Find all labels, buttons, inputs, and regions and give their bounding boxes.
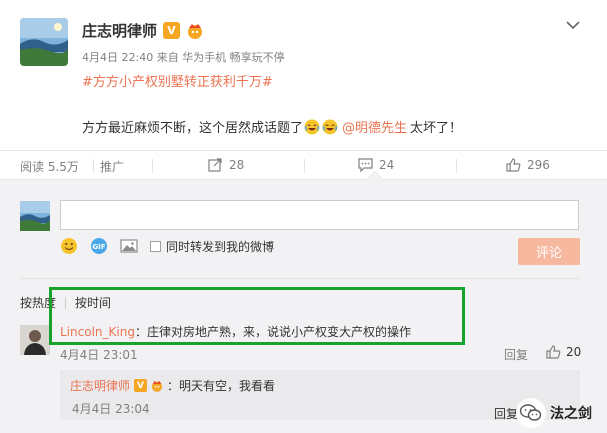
- action-bar: 阅读 5.5万 推广 28 24 296: [0, 150, 607, 180]
- divider: [20, 278, 580, 279]
- like-button[interactable]: 296: [506, 158, 550, 172]
- highlight-box: [49, 287, 465, 345]
- gif-icon[interactable]: GIF: [90, 237, 108, 255]
- svg-text:GIF: GIF: [92, 243, 105, 251]
- comment-button[interactable]: 24: [358, 158, 394, 172]
- mention-link[interactable]: @明德先生: [342, 117, 407, 136]
- sub-reply-body: ：明天有空，我看看: [167, 379, 276, 393]
- comment-input[interactable]: [60, 200, 579, 230]
- author-name[interactable]: 庄志明律师: [82, 20, 157, 41]
- laugh-cry-emoji-icon: [322, 119, 338, 134]
- forward-icon: [208, 158, 222, 172]
- member-crown-icon: [188, 23, 203, 39]
- read-count-label: 阅读 5.5万: [20, 160, 79, 174]
- watermark-name: 法之剑: [550, 406, 593, 422]
- post-content: 方方最近麻烦不断，这个居然成话题了 @明德先生 太坏了！: [82, 117, 462, 136]
- commenter-avatar[interactable]: [20, 325, 50, 355]
- thumbs-up-icon: [546, 345, 561, 359]
- watermark-prefix: 回复: [494, 406, 519, 421]
- sub-reply-text: 庄志明律师 V ：明天有空，我看看: [70, 377, 275, 394]
- watermark: 回复 法之剑: [494, 398, 592, 428]
- comment-count: 24: [379, 158, 395, 172]
- topic-link[interactable]: #方方小产权别墅转正获利千万#: [82, 71, 273, 90]
- comment-like-count: 20: [566, 345, 582, 359]
- chevron-down-icon[interactable]: [566, 20, 580, 30]
- comment-icon: [358, 158, 373, 172]
- forward-count: 28: [229, 158, 245, 172]
- divider: [456, 159, 457, 173]
- weibo-post: 庄志明律师 V 4月4日 22:40 来自 华为手机 畅享玩不停 #方方小产权别…: [0, 0, 607, 150]
- forward-button[interactable]: 28: [208, 158, 244, 172]
- divider: [304, 159, 305, 173]
- reply-button[interactable]: 回复: [504, 346, 528, 363]
- submit-comment-button[interactable]: 评论: [518, 238, 580, 265]
- post-meta: 4月4日 22:40 来自 华为手机 畅享玩不停: [82, 51, 285, 64]
- post-text-tail: 太坏了！: [410, 121, 463, 136]
- laugh-cry-emoji-icon: [304, 119, 320, 134]
- author-line: 庄志明律师 V: [82, 20, 206, 41]
- sub-reply-author[interactable]: 庄志明律师: [70, 377, 130, 394]
- comment-time: 4月4日 23:01: [60, 348, 138, 362]
- thumbs-up-icon: [506, 158, 521, 172]
- read-count: 阅读 5.5万: [20, 158, 79, 175]
- divider: [152, 159, 153, 173]
- member-crown-icon: [151, 380, 163, 392]
- composer-tools: GIF 同时转发到我的微博: [60, 237, 274, 255]
- verified-v-icon: V: [134, 379, 148, 392]
- forward-checkbox[interactable]: [150, 240, 161, 252]
- verified-v-icon: V: [163, 22, 181, 39]
- divider: [93, 159, 94, 173]
- like-count: 296: [527, 158, 550, 172]
- image-icon[interactable]: [120, 237, 138, 255]
- emoji-icon[interactable]: [60, 237, 78, 255]
- my-avatar[interactable]: [20, 201, 50, 231]
- sub-reply-time: 4月4日 23:04: [72, 402, 150, 416]
- comment-area: GIF 同时转发到我的微博 评论 按热度 按时间 Lincoln_King：庄律…: [0, 180, 607, 433]
- post-text: 方方最近麻烦不断，这个居然成话题了: [82, 121, 304, 136]
- forward-checkbox-label: 同时转发到我的微博: [166, 239, 275, 254]
- wechat-logo-icon: [516, 398, 547, 428]
- promote-label: 推广: [100, 160, 125, 174]
- author-avatar[interactable]: [20, 18, 68, 66]
- comment-pointer: [366, 171, 384, 180]
- comment-like-button[interactable]: 20: [546, 345, 581, 359]
- promote-button[interactable]: 推广: [100, 158, 124, 175]
